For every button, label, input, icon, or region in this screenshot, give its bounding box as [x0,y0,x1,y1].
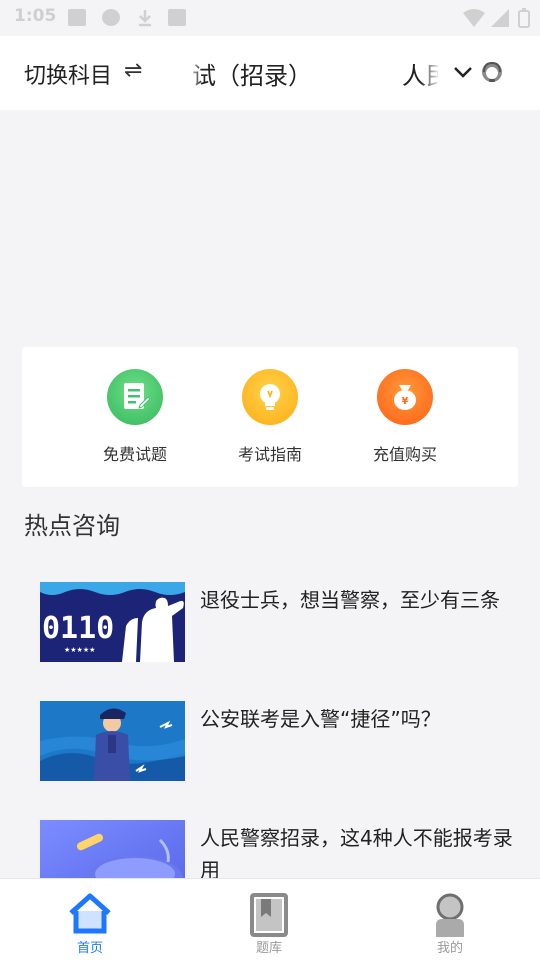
switch-subject-button[interactable]: 切换科目 [24,58,112,90]
quick-label: 考试指南 [237,445,302,464]
status-bar: 1:05 [0,0,540,36]
news-title: 公安联考是入警“捷径”吗？ [200,707,441,731]
nav-label: 题库 [255,941,282,956]
document-edit-icon [107,369,163,425]
nav-label: 首页 [76,941,103,956]
svg-text:0110: 0110 [42,611,114,646]
user-icon [436,893,464,937]
nav-home[interactable]: 首页 [45,891,135,956]
hot-section-title: 热点咨询 [24,512,120,540]
status-time: 1:05 [14,6,57,26]
top-header: 切换科目 ⇌ 试（招录） 人民 [0,36,540,110]
chevron-down-icon[interactable] [452,64,474,80]
app-notification-icon [168,9,186,26]
home-icon [69,893,111,934]
recharge-button[interactable]: ¥ 充值购买 [350,369,460,465]
news-item[interactable]: 0110 ★★★★★ 退役士兵，想当警察，至少有三条 [40,582,520,662]
exam-title[interactable]: 试（招录） [192,56,317,90]
exam-guide-button[interactable]: 考试指南 [215,369,325,465]
title-fade [188,54,202,90]
svg-text:¥: ¥ [402,396,409,407]
download-notification-icon [136,9,154,27]
news-thumbnail [40,701,185,781]
news-item[interactable]: 公安联考是入警“捷径”吗？ [40,701,520,781]
customer-service-icon[interactable] [480,60,504,84]
nav-mine[interactable]: 我的 [405,891,495,956]
info-notification-icon [102,9,120,26]
name-fade [420,54,440,90]
quick-label: 免费试题 [102,445,167,464]
news-thumbnail: 0110 ★★★★★ [40,582,185,662]
signal-icon [490,8,510,28]
news-title: 退役士兵，想当警察，至少有三条 [200,588,500,612]
nav-label: 我的 [436,941,463,956]
book-icon [250,893,288,937]
quick-label: 充值购买 [372,445,437,464]
news-title: 人民警察招录，这4种人不能报考录用 [200,826,513,882]
free-questions-button[interactable]: 免费试题 [80,369,190,465]
bottom-nav: 首页 题库 我的 [0,878,540,960]
nav-question-bank[interactable]: 题库 [224,891,314,956]
quick-menu-card: 免费试题 考试指南 ¥ 充值购买 [22,347,518,487]
battery-icon [518,8,530,28]
swap-icon[interactable]: ⇌ [124,58,142,83]
image-notification-icon [68,9,86,26]
wifi-icon [462,8,486,28]
svg-text:★★★★★: ★★★★★ [64,646,95,654]
money-bag-icon: ¥ [377,369,433,425]
lightbulb-icon [242,369,298,425]
